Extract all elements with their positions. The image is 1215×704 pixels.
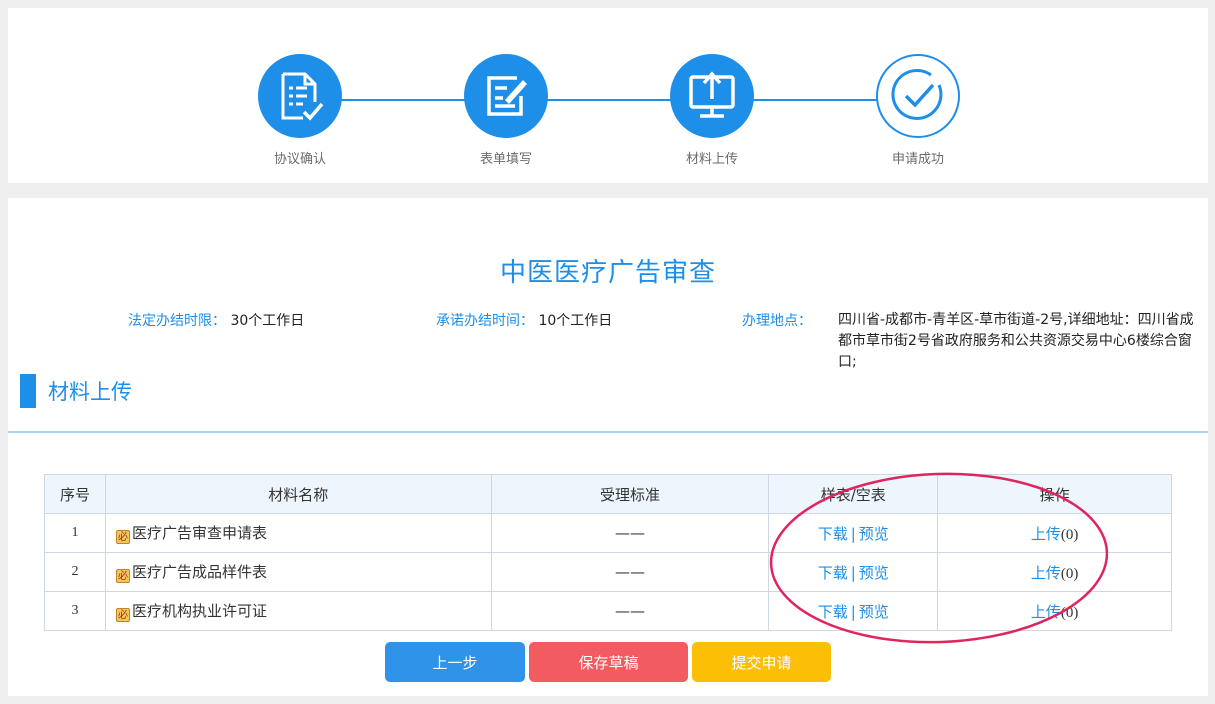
- sample-cell: 下载 | 预览: [768, 513, 939, 553]
- circle-check-icon: [876, 54, 960, 138]
- material-name-cell: 必医疗机构执业许可证: [104, 591, 492, 631]
- material-name-cell: 必医疗广告成品样件表: [104, 552, 492, 592]
- action-cell: 上传(0): [937, 513, 1172, 553]
- upload-link[interactable]: 上传: [1031, 603, 1061, 621]
- sample-cell: 下载 | 预览: [768, 552, 939, 592]
- main-panel: 中医医疗广告审查 法定办结时限： 30个工作日 承诺办结时间： 10个工作日 办…: [8, 198, 1208, 696]
- step-success: 申请成功: [876, 54, 960, 167]
- upload-link[interactable]: 上传: [1031, 564, 1061, 582]
- download-link[interactable]: 下载: [818, 564, 848, 582]
- legal-deadline: 法定办结时限： 30个工作日: [128, 310, 304, 330]
- link-separator: |: [850, 602, 856, 621]
- row-number: 2: [44, 552, 106, 592]
- preview-link[interactable]: 预览: [859, 564, 889, 582]
- header-action: 操作: [937, 474, 1172, 514]
- step-label: 申请成功: [891, 152, 944, 167]
- preview-link[interactable]: 预览: [859, 603, 889, 621]
- required-icon: 必: [115, 569, 130, 583]
- legal-deadline-value: 30个工作日: [230, 313, 305, 329]
- action-cell: 上传(0): [937, 591, 1172, 631]
- table-row: 1 必医疗广告审查申请表 —— 下载 | 预览 上传(0): [44, 513, 1172, 553]
- material-name: 医疗广告审查申请表: [131, 524, 267, 542]
- section-title: 材料上传: [48, 380, 132, 404]
- standard-cell: ——: [490, 591, 770, 631]
- address-label: 办理地点：: [742, 313, 812, 329]
- row-number: 1: [44, 513, 106, 553]
- material-name-cell: 必医疗广告审查申请表: [104, 513, 492, 553]
- upload-count: (0): [1060, 565, 1079, 582]
- link-separator: |: [850, 563, 856, 582]
- link-separator: |: [850, 524, 856, 543]
- step-label: 材料上传: [685, 152, 738, 167]
- upload-count: (0): [1060, 526, 1079, 543]
- header-no: 序号: [44, 474, 106, 514]
- materials-table: 序号 材料名称 受理标准 样表/空表 操作 1 必医疗广告审查申请表 —— 下载…: [44, 474, 1172, 631]
- edit-form-icon: [464, 54, 548, 138]
- material-name: 医疗机构执业许可证: [131, 602, 267, 620]
- row-number: 3: [44, 591, 106, 631]
- step-agreement: 协议确认: [258, 54, 342, 167]
- preview-link[interactable]: 预览: [859, 525, 889, 543]
- sample-cell: 下载 | 预览: [768, 591, 939, 631]
- address-value: 四川省-成都市-青羊区-草市街道-2号,详细地址：四川省成都市草市街2号省政府服…: [838, 312, 1194, 370]
- promise-deadline: 承诺办结时间： 10个工作日: [436, 310, 612, 330]
- download-link[interactable]: 下载: [818, 603, 848, 621]
- material-name: 医疗广告成品样件表: [131, 563, 267, 581]
- previous-step-button[interactable]: 上一步: [385, 642, 525, 682]
- section-marker: [20, 374, 36, 408]
- standard-cell: ——: [490, 552, 770, 592]
- step-label: 协议确认: [273, 152, 326, 167]
- header-name: 材料名称: [104, 474, 492, 514]
- upload-link[interactable]: 上传: [1031, 525, 1061, 543]
- table-row: 2 必医疗广告成品样件表 —— 下载 | 预览 上传(0): [44, 552, 1172, 592]
- action-cell: 上传(0): [937, 552, 1172, 592]
- steps-connector: [300, 99, 922, 101]
- document-check-icon: [258, 54, 342, 138]
- header-sample: 样表/空表: [768, 474, 939, 514]
- required-icon: 必: [115, 608, 130, 622]
- promise-deadline-value: 10个工作日: [538, 313, 613, 329]
- progress-steps: 协议确认 表单填写 材料上传 申请成功: [8, 8, 1208, 183]
- upload-count: (0): [1060, 604, 1079, 621]
- step-upload: 材料上传: [670, 54, 754, 167]
- section-divider: [8, 431, 1208, 433]
- step-label: 表单填写: [479, 152, 532, 167]
- standard-cell: ——: [490, 513, 770, 553]
- monitor-upload-icon: [670, 54, 754, 138]
- legal-deadline-label: 法定办结时限：: [128, 313, 226, 329]
- submit-application-button[interactable]: 提交申请: [692, 642, 831, 682]
- page-title: 中医医疗广告审查: [499, 258, 716, 288]
- table-row: 3 必医疗机构执业许可证 —— 下载 | 预览 上传(0): [44, 591, 1172, 631]
- header-standard: 受理标准: [490, 474, 770, 514]
- step-form: 表单填写: [464, 54, 548, 167]
- required-icon: 必: [115, 530, 130, 544]
- table-header-row: 序号 材料名称 受理标准 样表/空表 操作: [44, 474, 1172, 514]
- save-draft-button[interactable]: 保存草稿: [529, 642, 688, 682]
- promise-deadline-label: 承诺办结时间：: [436, 313, 534, 329]
- download-link[interactable]: 下载: [818, 525, 848, 543]
